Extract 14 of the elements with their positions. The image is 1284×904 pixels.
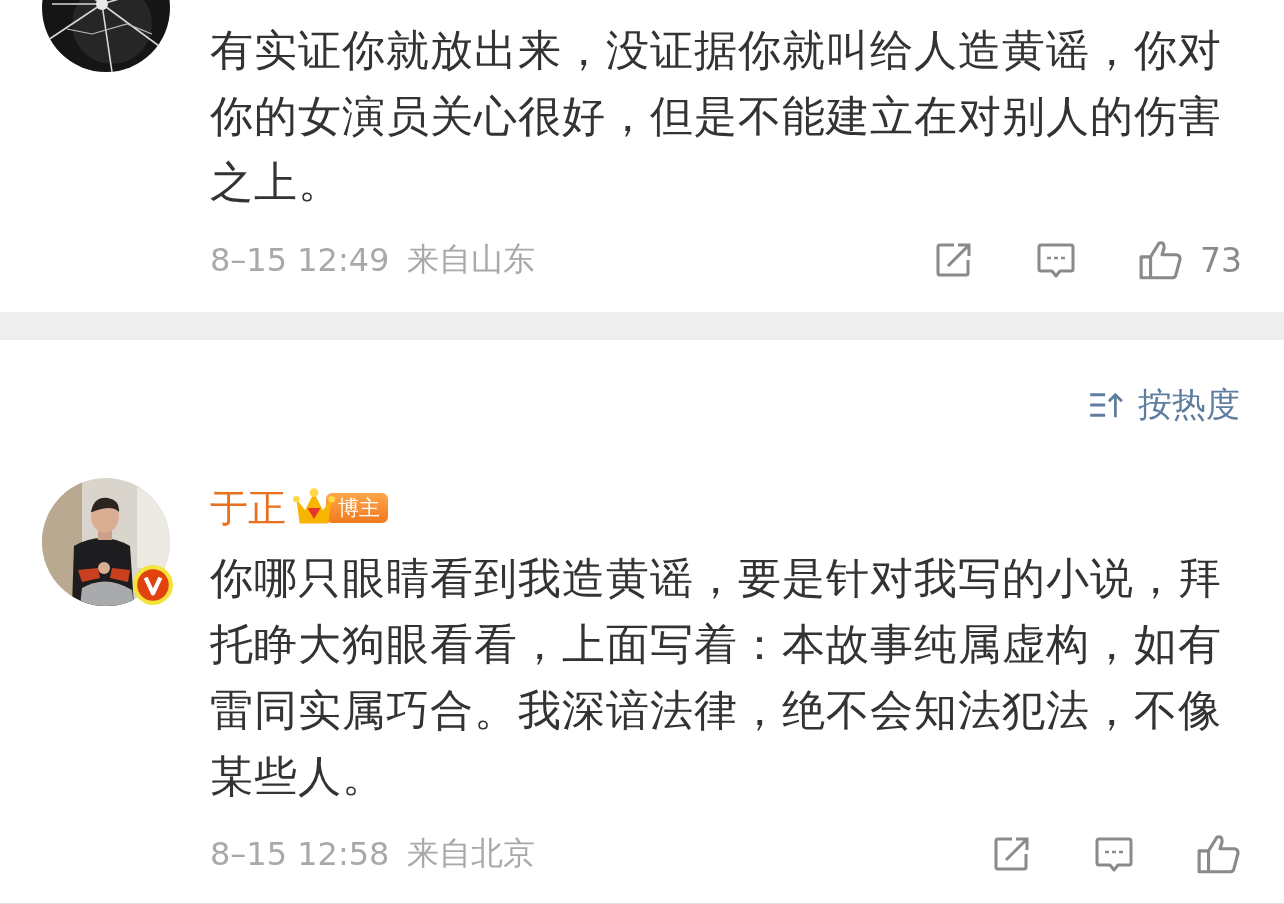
comment-time: 8–15 12:49: [210, 241, 390, 279]
badge-label: 博主: [338, 495, 380, 522]
like-button[interactable]: [1196, 833, 1242, 875]
like-button[interactable]: 73: [1138, 239, 1242, 281]
thumbs-up-icon: [1138, 239, 1184, 281]
thumbs-up-icon: [1196, 833, 1242, 875]
comment-location: 来自山东: [407, 239, 536, 280]
comment-time: 8–15 12:58: [210, 835, 390, 873]
comment-text: 有实证你就放出来，没证据你就叫给人造黄谣，你对你的女演员关心很好，但是不能建立在对别人的伤害之上。: [210, 24, 1223, 209]
author-name[interactable]: 于正: [210, 482, 286, 534]
sort-icon: [1088, 391, 1126, 419]
comment-text: 你哪只眼睛看到我造黄谣，要是针对我写的小说，拜托睁大狗眼看看，上面写着：本故事纯属虚构，如有雷同实属巧合。我深谙法律，绝不会知法犯法，不像某些人。: [210, 552, 1223, 803]
comment-location: 来自北京: [407, 833, 536, 874]
sort-button[interactable]: 按热度: [1088, 380, 1240, 430]
